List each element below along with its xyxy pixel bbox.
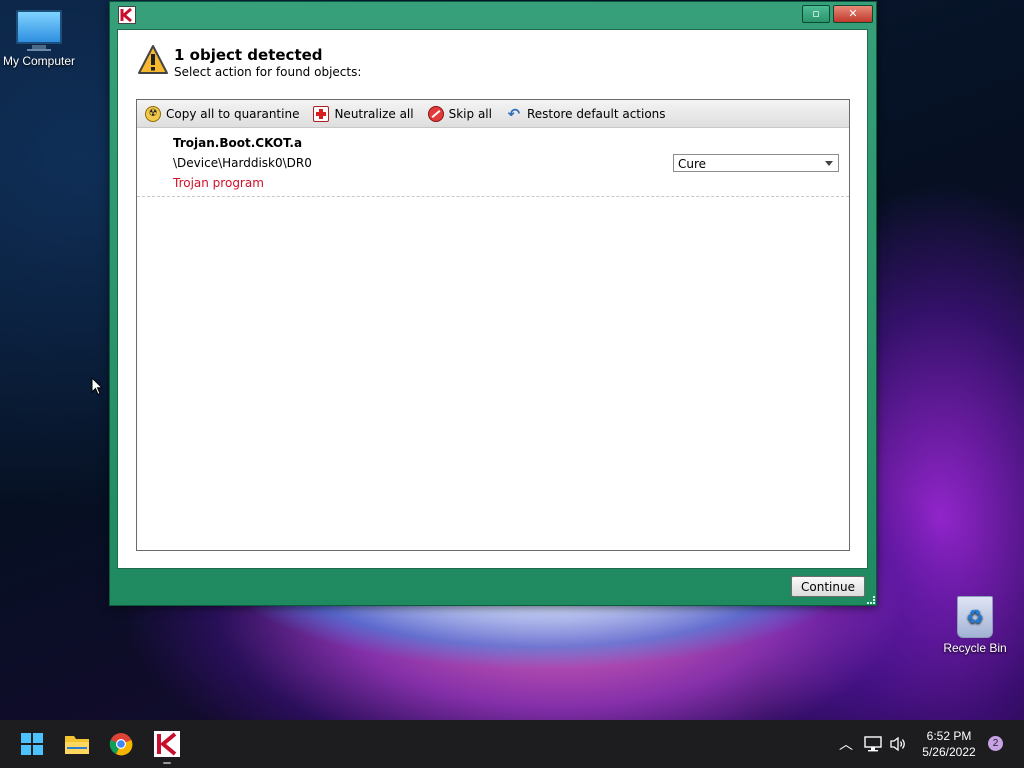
network-icon xyxy=(864,736,882,752)
threat-type: Trojan program xyxy=(173,176,264,190)
resize-grip-icon[interactable] xyxy=(867,596,875,604)
maximize-button[interactable]: ▫ xyxy=(802,5,830,23)
action-dropdown-value: Cure xyxy=(678,157,707,171)
dialog-heading: 1 object detected xyxy=(174,46,323,64)
dialog-content: 1 object detected Select action for foun… xyxy=(117,29,868,569)
restore-default-actions-button[interactable]: ↶ Restore default actions xyxy=(506,106,666,122)
threat-path: \Device\Harddisk0\DR0 xyxy=(173,156,312,170)
close-icon: ✕ xyxy=(848,7,858,20)
active-app-indicator xyxy=(163,762,171,764)
threat-row[interactable]: Trojan.Boot.CKOT.a \Device\Harddisk0\DR0… xyxy=(137,128,849,197)
kaspersky-logo-icon xyxy=(118,6,136,24)
volume-icon xyxy=(890,736,905,752)
detected-objects-panel: ☢ Copy all to quarantine Neutralize all … xyxy=(136,99,850,551)
continue-button[interactable]: Continue xyxy=(791,576,865,597)
actions-toolbar: ☢ Copy all to quarantine Neutralize all … xyxy=(137,100,849,128)
dialog-subheading: Select action for found objects: xyxy=(174,65,362,79)
warning-icon xyxy=(138,45,168,74)
skip-all-button[interactable]: Skip all xyxy=(427,105,492,122)
taskbar-clock[interactable]: 6:52 PM 5/26/2022 xyxy=(912,728,986,760)
file-explorer-button[interactable] xyxy=(61,728,93,760)
copy-all-to-quarantine-button[interactable]: ☢ Copy all to quarantine xyxy=(145,105,300,122)
skip-all-label: Skip all xyxy=(448,106,492,121)
chevron-up-icon: ︿ xyxy=(839,737,853,753)
skip-icon xyxy=(427,105,444,122)
my-computer-label: My Computer xyxy=(2,54,76,68)
mouse-cursor-icon xyxy=(91,377,103,396)
copy-quarantine-label: Copy all to quarantine xyxy=(166,106,300,121)
neutralize-all-label: Neutralize all xyxy=(334,106,414,121)
clock-date: 5/26/2022 xyxy=(922,745,976,759)
chevron-down-icon xyxy=(825,161,833,166)
my-computer-shortcut[interactable]: My Computer xyxy=(0,10,78,68)
recycle-bin-label: Recycle Bin xyxy=(943,641,1007,655)
kaspersky-taskbar-button[interactable] xyxy=(151,728,183,760)
restore-defaults-label: Restore default actions xyxy=(526,106,666,121)
volume-tray-button[interactable] xyxy=(887,720,909,768)
radiation-icon: ☢ xyxy=(145,105,161,122)
medical-cross-icon xyxy=(313,105,330,122)
start-button[interactable] xyxy=(16,728,48,760)
neutralize-all-button[interactable]: Neutralize all xyxy=(313,105,414,122)
chrome-icon xyxy=(109,733,133,756)
kaspersky-icon xyxy=(154,731,180,757)
start-icon xyxy=(21,733,43,755)
threat-name: Trojan.Boot.CKOT.a xyxy=(173,136,303,150)
network-tray-button[interactable] xyxy=(862,720,884,768)
clock-time: 6:52 PM xyxy=(926,729,972,743)
show-hidden-icons-button[interactable]: ︿ xyxy=(836,720,856,768)
recycle-bin-icon: ♻ xyxy=(957,596,993,638)
maximize-icon: ▫ xyxy=(812,7,820,20)
undo-icon: ↶ xyxy=(507,104,521,123)
close-button[interactable]: ✕ xyxy=(833,5,873,23)
recycle-bin-shortcut[interactable]: ♻ Recycle Bin xyxy=(940,596,1010,655)
notification-badge[interactable]: 2 xyxy=(988,736,1003,751)
chrome-button[interactable] xyxy=(105,728,137,760)
monitor-icon xyxy=(0,10,78,51)
file-explorer-icon xyxy=(65,736,89,754)
taskbar: ︿ 6:52 PM 5/26/2022 xyxy=(0,720,1024,768)
action-dropdown[interactable]: Cure xyxy=(673,154,839,172)
titlebar[interactable]: ▫ ✕ xyxy=(110,2,876,28)
threat-dialog-window: ▫ ✕ 1 object detected Select action for … xyxy=(109,1,877,606)
